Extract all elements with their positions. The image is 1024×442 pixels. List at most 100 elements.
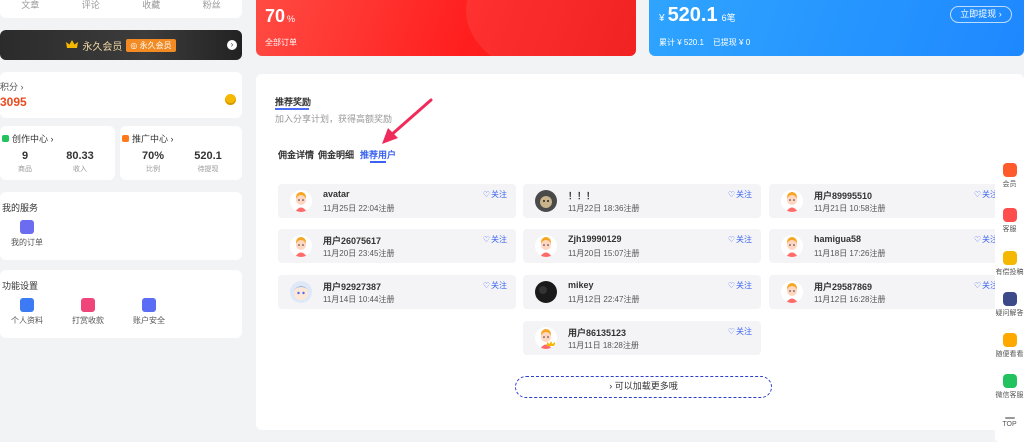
orders-ratio: 70% bbox=[265, 6, 296, 26]
follow-button[interactable]: ♡关注 bbox=[728, 326, 752, 337]
orders-banner[interactable]: 70% 全部订单 bbox=[256, 0, 636, 56]
follow-button[interactable]: ♡关注 bbox=[728, 234, 752, 245]
promote-pending-stat: 520.1 待提现 bbox=[194, 150, 222, 173]
create-center-card[interactable]: 创作中心 › 9 商品 80.33 收入 bbox=[0, 126, 115, 180]
user-name[interactable]: 用户29587869 bbox=[814, 280, 872, 293]
browse-icon bbox=[1002, 333, 1017, 347]
register-date: 11月12日 22:47注册 bbox=[568, 295, 640, 304]
user-card[interactable]: ！！！ 11月22日 18:36注册 ♡关注 bbox=[523, 184, 761, 218]
avatar[interactable] bbox=[290, 235, 312, 257]
avatar[interactable] bbox=[781, 190, 803, 212]
toolbar-item[interactable]: 疑问解答 bbox=[995, 292, 1024, 318]
user-name[interactable]: avatar bbox=[323, 189, 350, 199]
profile-settings-item[interactable]: 个人资料 bbox=[0, 298, 57, 326]
tab-commission-list[interactable]: 佣金明细 bbox=[318, 148, 354, 161]
gift-icon bbox=[81, 298, 95, 312]
service-card: 我的服务 我的订单 bbox=[0, 192, 242, 260]
stat-comments-label[interactable]: 评论 bbox=[61, 0, 122, 18]
stat-fans-label[interactable]: 粉丝 bbox=[182, 0, 243, 18]
heart-icon: ♡ bbox=[727, 281, 735, 290]
avatar[interactable] bbox=[535, 235, 557, 257]
user-name[interactable]: 用户89995510 bbox=[814, 189, 872, 202]
register-date: 11月12日 16:28注册 bbox=[814, 295, 886, 304]
faq-icon bbox=[1002, 292, 1017, 306]
register-date: 11月22日 18:36注册 bbox=[568, 204, 640, 213]
follow-button[interactable]: ♡关注 bbox=[483, 234, 507, 245]
active-tab-underline bbox=[370, 161, 386, 163]
toolbar-item-label: 会员 bbox=[1002, 181, 1017, 188]
promote-center-card[interactable]: 推广中心 › 70% 比例 520.1 待提现 bbox=[120, 126, 242, 180]
customer-service-icon bbox=[1002, 208, 1017, 222]
user-card[interactable]: 用户26075617 11月20日 23:45注册 ♡关注 bbox=[278, 229, 516, 263]
heart-icon: ♡ bbox=[973, 235, 981, 244]
user-card[interactable]: Zjh19990129 11月20日 15:07注册 ♡关注 bbox=[523, 229, 761, 263]
stat-favorites-label[interactable]: 收藏 bbox=[121, 0, 182, 18]
user-name[interactable]: 用户92927387 bbox=[323, 280, 381, 293]
user-card[interactable]: 用户89995510 11月21日 10:58注册 ♡关注 bbox=[769, 184, 1007, 218]
avatar[interactable] bbox=[290, 190, 312, 212]
avatar[interactable] bbox=[781, 281, 803, 303]
toolbar-item-label: 疑问解答 bbox=[995, 310, 1024, 317]
user-name[interactable]: mikey bbox=[568, 280, 594, 290]
user-card[interactable]: mikey 11月12日 22:47注册 ♡关注 bbox=[523, 275, 761, 309]
clipboard-icon bbox=[20, 220, 34, 234]
register-date: 11月11日 18:28注册 bbox=[568, 341, 639, 350]
stat-articles-label[interactable]: 文章 bbox=[0, 0, 61, 18]
points-card[interactable]: 积分 › 3095 bbox=[0, 72, 242, 118]
follow-button[interactable]: ♡关注 bbox=[728, 189, 752, 200]
register-date: 11月25日 22:04注册 bbox=[323, 204, 395, 213]
banner-decoration bbox=[466, 0, 636, 56]
user-card[interactable]: hamigua58 11月18日 17:26注册 ♡关注 bbox=[769, 229, 1007, 263]
avatar[interactable] bbox=[781, 235, 803, 257]
user-card[interactable]: 用户86135123 11月11日 18:28注册 ♡关注 bbox=[523, 321, 761, 355]
avatar[interactable] bbox=[290, 281, 312, 303]
avatar[interactable] bbox=[535, 327, 557, 349]
toolbar-item[interactable]: 客服 bbox=[995, 208, 1024, 234]
toolbar-item[interactable]: 微信客服 bbox=[995, 374, 1024, 400]
follow-button[interactable]: ♡关注 bbox=[483, 189, 507, 200]
toolbar-item-label: 随便看看 bbox=[995, 351, 1024, 358]
vip-bar[interactable]: 永久会员 ◎ 永久会员 › bbox=[0, 30, 242, 60]
toolbar-item[interactable]: TOP bbox=[995, 417, 1024, 428]
shield-icon bbox=[142, 298, 156, 312]
avatar[interactable] bbox=[535, 190, 557, 212]
user-profile-icon bbox=[20, 298, 34, 312]
tab-referred-users[interactable]: 推荐用户 bbox=[360, 148, 396, 161]
service-title: 我的服务 bbox=[2, 203, 39, 213]
heart-icon: ♡ bbox=[482, 281, 490, 290]
promote-center-title[interactable]: 推广中心 › bbox=[122, 132, 174, 145]
profile-stats: 文章 评论 收藏 粉丝 bbox=[0, 0, 242, 18]
user-name[interactable]: 用户26075617 bbox=[323, 234, 381, 247]
avatar[interactable] bbox=[535, 281, 557, 303]
referral-panel: 推荐奖励 加入分享计划，获得高额奖励 佣金详情 佣金明细 推荐用户 avatar… bbox=[256, 74, 1024, 430]
follow-button[interactable]: ♡关注 bbox=[728, 280, 752, 291]
tip-settings-item[interactable]: 打赏收款 bbox=[58, 298, 118, 326]
heart-icon: ♡ bbox=[727, 327, 735, 336]
toolbar-item[interactable]: 随便看看 bbox=[995, 333, 1024, 359]
user-name[interactable]: ！！！ bbox=[568, 189, 595, 202]
heart-icon: ♡ bbox=[727, 235, 735, 244]
create-goods-stat: 9 商品 bbox=[18, 150, 32, 173]
user-name[interactable]: Zjh19990129 bbox=[568, 234, 622, 244]
chevron-right-icon[interactable]: › bbox=[227, 40, 237, 50]
user-card[interactable]: avatar 11月25日 22:04注册 ♡关注 bbox=[278, 184, 516, 218]
my-orders-item[interactable]: 我的订单 bbox=[0, 220, 57, 248]
withdraw-button[interactable]: 立即提现 › bbox=[950, 6, 1012, 23]
toolbar-item-label: 微信客服 bbox=[995, 392, 1024, 399]
user-name[interactable]: 用户86135123 bbox=[568, 326, 626, 339]
user-name[interactable]: hamigua58 bbox=[814, 234, 861, 244]
vip-icon bbox=[1002, 163, 1017, 177]
user-card[interactable]: 用户92927387 11月14日 10:44注册 ♡关注 bbox=[278, 275, 516, 309]
follow-button[interactable]: ♡关注 bbox=[483, 280, 507, 291]
security-settings-item[interactable]: 账户安全 bbox=[119, 298, 179, 326]
points-label[interactable]: 积分 › bbox=[0, 80, 24, 93]
toolbar-item[interactable]: 有偿投稿 bbox=[995, 251, 1024, 277]
create-center-title[interactable]: 创作中心 › bbox=[2, 132, 54, 145]
heart-icon: ♡ bbox=[482, 235, 490, 244]
toolbar-item[interactable]: 会员 bbox=[995, 163, 1024, 189]
user-card[interactable]: 用户29587869 11月12日 16:28注册 ♡关注 bbox=[769, 275, 1007, 309]
tab-commission-detail[interactable]: 佣金详情 bbox=[278, 148, 314, 161]
toolbar-item-label: 有偿投稿 bbox=[995, 269, 1024, 276]
load-more-button[interactable]: › 可以加载更多哦 bbox=[515, 376, 772, 398]
toolbar-item-label: 客服 bbox=[1002, 226, 1017, 233]
